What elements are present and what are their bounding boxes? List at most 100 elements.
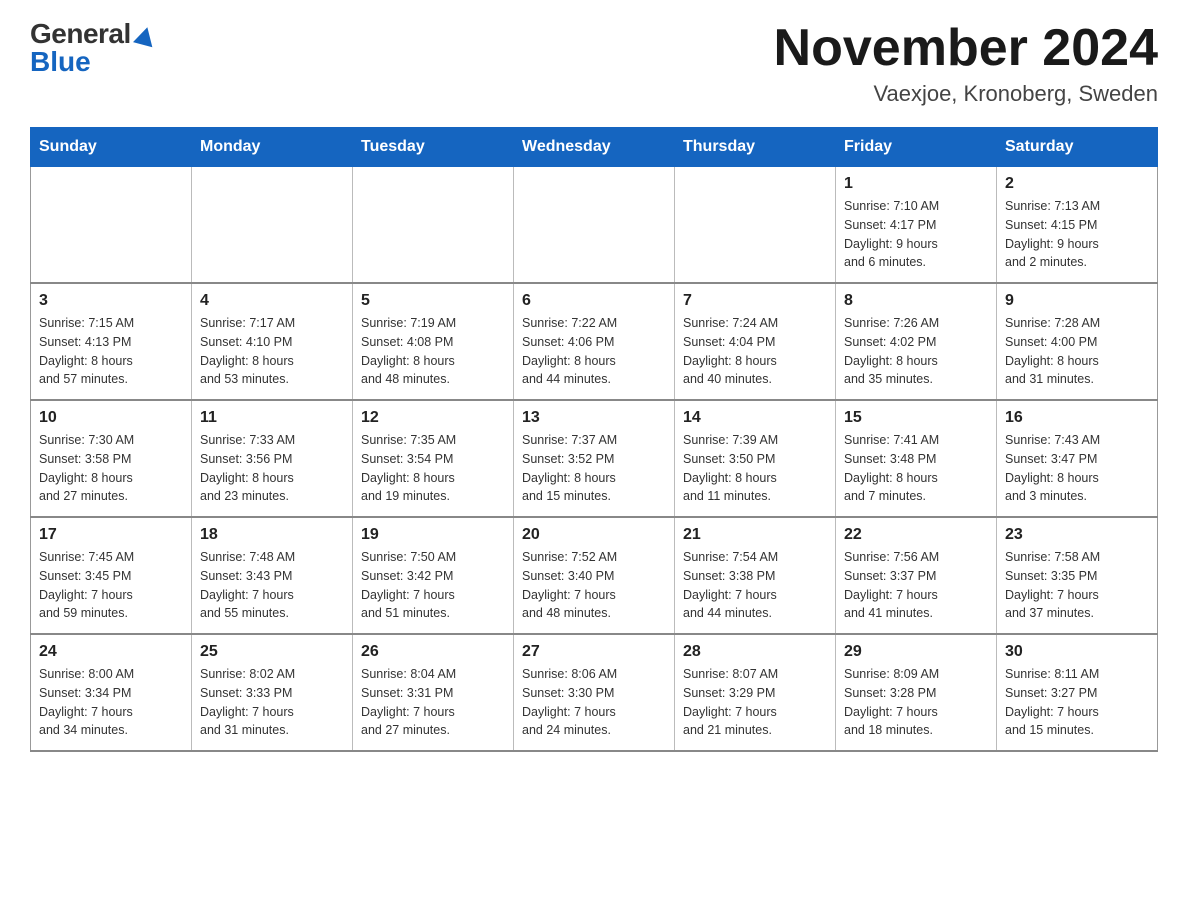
day-number: 10 (39, 409, 183, 427)
day-cell: 14Sunrise: 7:39 AMSunset: 3:50 PMDayligh… (675, 400, 836, 517)
day-number: 22 (844, 526, 988, 544)
day-number: 25 (200, 643, 344, 661)
day-number: 19 (361, 526, 505, 544)
day-number: 7 (683, 292, 827, 310)
day-cell: 11Sunrise: 7:33 AMSunset: 3:56 PMDayligh… (192, 400, 353, 517)
day-cell (675, 167, 836, 284)
weekday-header-friday: Friday (836, 128, 997, 167)
day-info: Sunrise: 8:07 AMSunset: 3:29 PMDaylight:… (683, 665, 827, 740)
day-info: Sunrise: 7:22 AMSunset: 4:06 PMDaylight:… (522, 314, 666, 389)
day-cell: 2 Sunrise: 7:13 AMSunset: 4:15 PMDaylight… (997, 167, 1158, 284)
day-cell: 20 Sunrise: 7:52 AMSunset: 3:40 PMDayligh… (514, 517, 675, 634)
day-info: Sunrise: 8:02 AMSunset: 3:33 PMDaylight:… (200, 665, 344, 740)
day-number: 28 (683, 643, 827, 661)
weekday-header-thursday: Thursday (675, 128, 836, 167)
day-info: Sunrise: 7:30 AMSunset: 3:58 PMDaylight:… (39, 431, 183, 506)
day-cell: 13 Sunrise: 7:37 AMSunset: 3:52 PMDayligh… (514, 400, 675, 517)
day-number: 24 (39, 643, 183, 661)
day-info: Sunrise: 8:00 AMSunset: 3:34 PMDaylight:… (39, 665, 183, 740)
week-row-2: 3Sunrise: 7:15 AMSunset: 4:13 PMDaylight… (31, 283, 1158, 400)
week-row-1: 1Sunrise: 7:10 AMSunset: 4:17 PMDaylight… (31, 167, 1158, 284)
day-number: 30 (1005, 643, 1149, 661)
day-info: Sunrise: 7:13 AMSunset: 4:15 PMDaylight:… (1005, 197, 1149, 272)
day-cell: 10 Sunrise: 7:30 AMSunset: 3:58 PMDayligh… (31, 400, 192, 517)
day-cell: 7 Sunrise: 7:24 AMSunset: 4:04 PMDaylight… (675, 283, 836, 400)
logo: General Blue (30, 20, 155, 76)
day-info: Sunrise: 8:06 AMSunset: 3:30 PMDaylight:… (522, 665, 666, 740)
day-info: Sunrise: 7:48 AMSunset: 3:43 PMDaylight:… (200, 548, 344, 623)
day-cell: 3Sunrise: 7:15 AMSunset: 4:13 PMDaylight… (31, 283, 192, 400)
day-number: 27 (522, 643, 666, 661)
day-number: 26 (361, 643, 505, 661)
day-cell: 4 Sunrise: 7:17 AMSunset: 4:10 PMDaylight… (192, 283, 353, 400)
day-info: Sunrise: 7:58 AMSunset: 3:35 PMDaylight:… (1005, 548, 1149, 623)
day-info: Sunrise: 7:45 AMSunset: 3:45 PMDaylight:… (39, 548, 183, 623)
day-info: Sunrise: 8:11 AMSunset: 3:27 PMDaylight:… (1005, 665, 1149, 740)
day-cell: 6 Sunrise: 7:22 AMSunset: 4:06 PMDaylight… (514, 283, 675, 400)
day-cell: 24 Sunrise: 8:00 AMSunset: 3:34 PMDayligh… (31, 634, 192, 751)
weekday-header-sunday: Sunday (31, 128, 192, 167)
day-number: 13 (522, 409, 666, 427)
day-number: 9 (1005, 292, 1149, 310)
day-number: 15 (844, 409, 988, 427)
day-cell: 15 Sunrise: 7:41 AMSunset: 3:48 PMDayligh… (836, 400, 997, 517)
day-number: 5 (361, 292, 505, 310)
day-cell: 25 Sunrise: 8:02 AMSunset: 3:33 PMDayligh… (192, 634, 353, 751)
day-number: 12 (361, 409, 505, 427)
day-cell: 18 Sunrise: 7:48 AMSunset: 3:43 PMDayligh… (192, 517, 353, 634)
day-cell: 8Sunrise: 7:26 AMSunset: 4:02 PMDaylight… (836, 283, 997, 400)
day-cell: 19Sunrise: 7:50 AMSunset: 3:42 PMDayligh… (353, 517, 514, 634)
day-info: Sunrise: 7:37 AMSunset: 3:52 PMDaylight:… (522, 431, 666, 506)
day-cell: 16 Sunrise: 7:43 AMSunset: 3:47 PMDayligh… (997, 400, 1158, 517)
day-info: Sunrise: 7:41 AMSunset: 3:48 PMDaylight:… (844, 431, 988, 506)
weekday-header-wednesday: Wednesday (514, 128, 675, 167)
day-info: Sunrise: 7:17 AMSunset: 4:10 PMDaylight:… (200, 314, 344, 389)
day-cell: 22 Sunrise: 7:56 AMSunset: 3:37 PMDayligh… (836, 517, 997, 634)
day-info: Sunrise: 8:09 AMSunset: 3:28 PMDaylight:… (844, 665, 988, 740)
day-info: Sunrise: 7:24 AMSunset: 4:04 PMDaylight:… (683, 314, 827, 389)
day-cell (192, 167, 353, 284)
day-info: Sunrise: 7:15 AMSunset: 4:13 PMDaylight:… (39, 314, 183, 389)
location-title: Vaexjoe, Kronoberg, Sweden (774, 81, 1158, 107)
day-info: Sunrise: 7:39 AMSunset: 3:50 PMDaylight:… (683, 431, 827, 506)
day-info: Sunrise: 7:19 AMSunset: 4:08 PMDaylight:… (361, 314, 505, 389)
day-info: Sunrise: 7:35 AMSunset: 3:54 PMDaylight:… (361, 431, 505, 506)
weekday-header-row: SundayMondayTuesdayWednesdayThursdayFrid… (31, 128, 1158, 167)
weekday-header-saturday: Saturday (997, 128, 1158, 167)
day-info: Sunrise: 7:28 AMSunset: 4:00 PMDaylight:… (1005, 314, 1149, 389)
day-cell: 21 Sunrise: 7:54 AMSunset: 3:38 PMDayligh… (675, 517, 836, 634)
day-info: Sunrise: 7:54 AMSunset: 3:38 PMDaylight:… (683, 548, 827, 623)
day-cell: 12 Sunrise: 7:35 AMSunset: 3:54 PMDayligh… (353, 400, 514, 517)
day-info: Sunrise: 7:43 AMSunset: 3:47 PMDaylight:… (1005, 431, 1149, 506)
logo-general-text: General (30, 20, 155, 48)
day-number: 2 (1005, 175, 1149, 193)
day-cell: 29 Sunrise: 8:09 AMSunset: 3:28 PMDayligh… (836, 634, 997, 751)
day-cell: 1Sunrise: 7:10 AMSunset: 4:17 PMDaylight… (836, 167, 997, 284)
weekday-header-tuesday: Tuesday (353, 128, 514, 167)
day-cell: 5 Sunrise: 7:19 AMSunset: 4:08 PMDaylight… (353, 283, 514, 400)
day-cell: 27 Sunrise: 8:06 AMSunset: 3:30 PMDayligh… (514, 634, 675, 751)
week-row-5: 24 Sunrise: 8:00 AMSunset: 3:34 PMDayligh… (31, 634, 1158, 751)
day-cell: 30 Sunrise: 8:11 AMSunset: 3:27 PMDayligh… (997, 634, 1158, 751)
day-cell: 9 Sunrise: 7:28 AMSunset: 4:00 PMDaylight… (997, 283, 1158, 400)
day-number: 6 (522, 292, 666, 310)
day-info: Sunrise: 7:56 AMSunset: 3:37 PMDaylight:… (844, 548, 988, 623)
day-number: 16 (1005, 409, 1149, 427)
day-cell: 23 Sunrise: 7:58 AMSunset: 3:35 PMDayligh… (997, 517, 1158, 634)
day-number: 21 (683, 526, 827, 544)
day-cell: 17Sunrise: 7:45 AMSunset: 3:45 PMDayligh… (31, 517, 192, 634)
day-number: 23 (1005, 526, 1149, 544)
title-area: November 2024 Vaexjoe, Kronoberg, Sweden (774, 20, 1158, 107)
day-number: 20 (522, 526, 666, 544)
day-cell: 28 Sunrise: 8:07 AMSunset: 3:29 PMDayligh… (675, 634, 836, 751)
week-row-3: 10 Sunrise: 7:30 AMSunset: 3:58 PMDayligh… (31, 400, 1158, 517)
day-info: Sunrise: 7:52 AMSunset: 3:40 PMDaylight:… (522, 548, 666, 623)
week-row-4: 17Sunrise: 7:45 AMSunset: 3:45 PMDayligh… (31, 517, 1158, 634)
day-info: Sunrise: 8:04 AMSunset: 3:31 PMDaylight:… (361, 665, 505, 740)
day-cell (31, 167, 192, 284)
header: General Blue November 2024 Vaexjoe, Kron… (30, 20, 1158, 107)
calendar-table: SundayMondayTuesdayWednesdayThursdayFrid… (30, 127, 1158, 752)
day-number: 18 (200, 526, 344, 544)
day-number: 29 (844, 643, 988, 661)
day-number: 4 (200, 292, 344, 310)
